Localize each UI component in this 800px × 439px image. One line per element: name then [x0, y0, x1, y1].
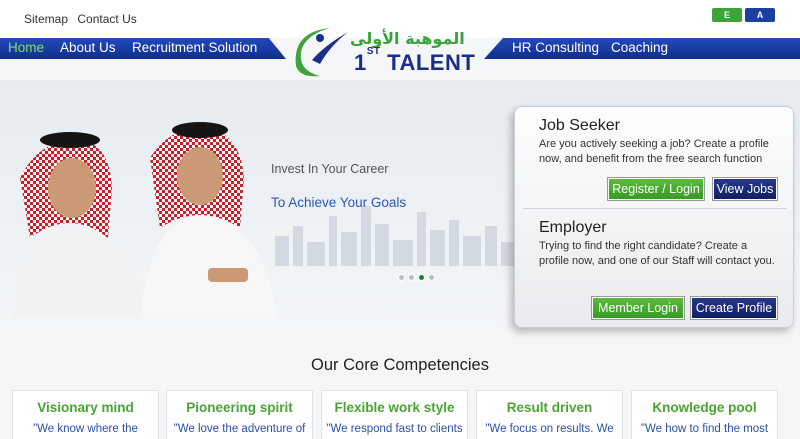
nav-coaching[interactable]: Coaching	[611, 40, 668, 55]
job-seeker-title: Job Seeker	[539, 117, 620, 134]
competency-title: Visionary mind	[37, 400, 134, 415]
logo-word: TALENT	[387, 50, 476, 75]
hero-people-image	[14, 122, 278, 318]
nav-home[interactable]: Home	[8, 40, 44, 55]
competency-title: Pioneering spirit	[186, 400, 293, 415]
nav-hr-consulting[interactable]: HR Consulting	[512, 40, 599, 55]
competency-title: Flexible work style	[334, 400, 455, 415]
competency-title: Result driven	[506, 400, 593, 415]
nav-recruitment-solution[interactable]: Recruitment Solution	[132, 40, 257, 55]
competency-card[interactable]: Flexible work style "We respond fast to …	[321, 390, 468, 439]
slider-dot-3[interactable]	[418, 274, 425, 281]
top-links: Sitemap Contact Us	[24, 12, 143, 26]
member-login-button[interactable]: Member Login	[592, 297, 684, 319]
lang-english-button[interactable]: E	[712, 8, 742, 22]
competency-text: "We focus on results. We	[485, 423, 614, 435]
competency-card[interactable]: Knowledge pool "We how to find the most	[631, 390, 778, 439]
competency-text: "We how to find the most	[640, 423, 769, 435]
core-competencies-title: Our Core Competencies	[311, 356, 489, 374]
slider-dot-1[interactable]	[398, 274, 405, 281]
view-jobs-button[interactable]: View Jobs	[713, 178, 777, 200]
slider-dot-4[interactable]	[428, 274, 435, 281]
create-profile-button[interactable]: Create Profile	[691, 297, 777, 319]
contact-us-link[interactable]: Contact Us	[77, 12, 136, 26]
slider-dot-2[interactable]	[408, 274, 415, 281]
competency-title: Knowledge pool	[652, 400, 757, 415]
logo-wordmark: 1ST TALENT	[354, 46, 476, 76]
register-login-button[interactable]: Register / Login	[608, 178, 704, 200]
competency-text: "We know where the	[33, 423, 138, 435]
page: Sitemap Contact Us E A Home About Us Rec…	[0, 0, 800, 439]
employer-text: Trying to find the right candidate? Crea…	[539, 240, 775, 267]
logo-sup: ST	[366, 45, 381, 57]
nav-about-us[interactable]: About Us	[60, 40, 116, 55]
panel-divider	[523, 208, 787, 209]
hero-subtagline: To Achieve Your Goals	[271, 195, 407, 210]
competency-text: "We respond fast to clients	[326, 423, 463, 435]
job-seeker-text: Are you actively seeking a job? Create a…	[539, 138, 769, 165]
lang-arabic-button[interactable]: A	[745, 8, 775, 22]
hero-tagline: Invest In Your Career	[271, 162, 389, 176]
slider-pagination	[398, 268, 438, 286]
employer-title: Employer	[539, 219, 607, 236]
competency-card[interactable]: Pioneering spirit "We love the adventure…	[166, 390, 313, 439]
logo-number: 1	[354, 50, 367, 75]
sitemap-link[interactable]: Sitemap	[24, 12, 68, 26]
account-panel: Job Seeker Are you actively seeking a jo…	[514, 106, 794, 328]
competency-card[interactable]: Visionary mind "We know where the	[12, 390, 159, 439]
competency-text: "We love the adventure of	[173, 423, 306, 435]
competency-card[interactable]: Result driven "We focus on results. We	[476, 390, 623, 439]
